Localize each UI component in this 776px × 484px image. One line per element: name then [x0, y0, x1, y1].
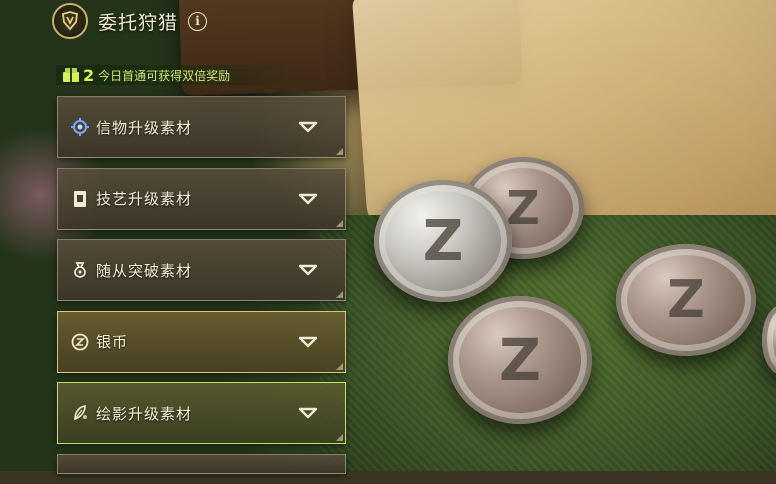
page-title: 委托狩猎	[98, 11, 179, 34]
feather-icon	[70, 403, 90, 423]
category-label: 信物升级素材	[96, 118, 193, 137]
chevron-down-icon[interactable]	[297, 191, 319, 207]
category-item-follower-materials[interactable]: 随从突破素材	[57, 239, 346, 302]
double-reward-banner: 2 今日首通可获得双倍奖励	[56, 65, 296, 85]
chevron-down-icon[interactable]	[297, 262, 319, 278]
silver-coin-image: Z	[616, 244, 756, 356]
double-reward-icon: 2	[56, 66, 94, 85]
hunt-emblem-icon	[52, 3, 88, 39]
corner-mark	[336, 434, 343, 442]
category-item-token-materials[interactable]: 信物升级素材	[57, 96, 346, 158]
reward-multiplier: 2	[83, 65, 95, 85]
category-item-skill-materials[interactable]: 技艺升级素材	[57, 167, 346, 230]
category-list: 信物升级素材 技艺升级素材 随从突破素材 银币 绘影升级素材	[57, 96, 346, 484]
chevron-down-icon[interactable]	[297, 334, 319, 350]
category-label: 绘影升级素材	[96, 404, 193, 423]
silver-coin-image: Z	[374, 180, 512, 302]
double-reward-text: 今日首通可获得双倍奖励	[98, 68, 231, 83]
category-item-shadow-materials[interactable]: 绘影升级素材	[57, 382, 346, 445]
pouch-icon	[70, 260, 90, 280]
corner-mark	[336, 362, 343, 370]
page-header: 委托狩猎 i	[52, 3, 208, 39]
corner-mark	[336, 219, 343, 227]
token-gear-icon	[70, 117, 90, 137]
chevron-down-icon[interactable]	[297, 119, 319, 135]
chevron-down-icon[interactable]	[297, 405, 319, 421]
category-item-silver-coin[interactable]: 银币	[57, 310, 346, 373]
silver-coin-icon	[70, 332, 90, 352]
category-label: 银币	[96, 333, 129, 352]
corner-mark	[336, 291, 343, 299]
category-label: 随从突破素材	[96, 261, 193, 280]
skill-book-icon	[70, 189, 90, 209]
category-label: 技艺升级素材	[96, 190, 193, 209]
info-button[interactable]: i	[188, 11, 208, 31]
silver-coin-image: Z	[448, 296, 592, 424]
corner-mark	[336, 148, 343, 155]
